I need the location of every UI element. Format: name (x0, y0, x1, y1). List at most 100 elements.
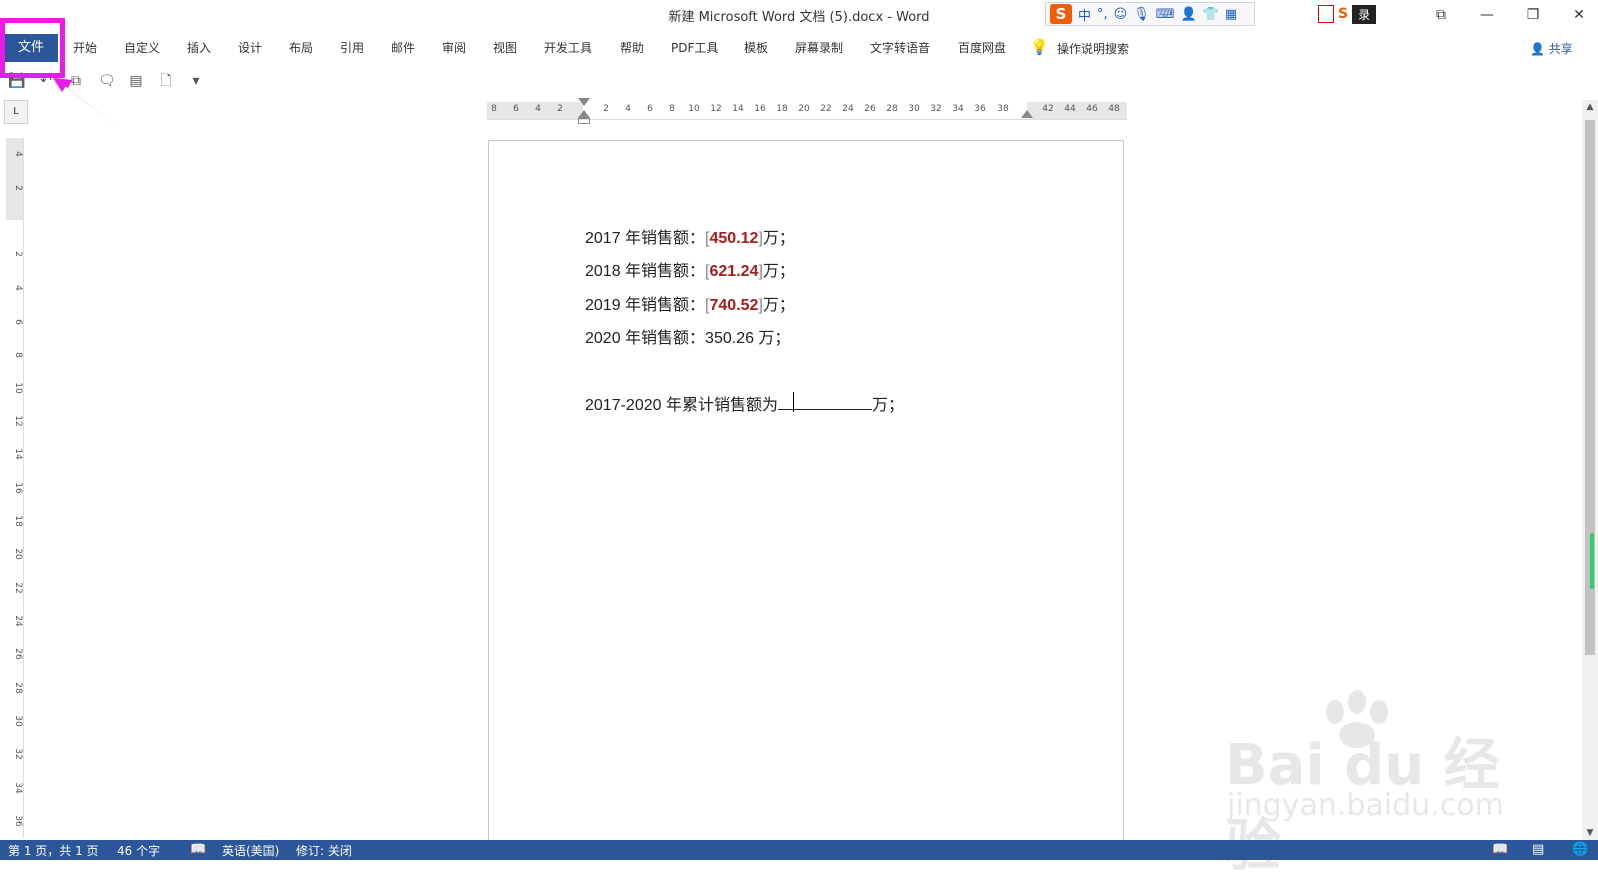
lightbulb-icon[interactable]: 💡 (1030, 38, 1049, 56)
keyboard-icon[interactable]: ⌨ (1156, 7, 1175, 22)
skin-shirt-icon[interactable]: 👕 (1203, 7, 1219, 22)
sogou-ime-icon[interactable]: S (1050, 4, 1072, 24)
web-layout-icon[interactable]: 🌐 (1572, 842, 1588, 857)
ruler-tick-label: 34 (13, 782, 23, 794)
field-value[interactable]: 621.24 (710, 263, 759, 280)
app-badge-icon[interactable] (1318, 5, 1334, 23)
tab-text-to-speech[interactable]: 文字转语音 (870, 39, 930, 56)
ruler-tick-label: 30 (908, 104, 920, 114)
ruler-tick-label: 14 (732, 104, 744, 114)
ruler-tick-label: 20 (798, 104, 810, 114)
ruler-tick-label: 42 (1042, 104, 1054, 114)
ruler-tick-label: 6 (13, 319, 23, 325)
first-line-indent-marker[interactable] (578, 98, 590, 106)
page-count[interactable]: 第 1 页，共 1 页 (8, 842, 99, 859)
ruler-tick-label: 4 (535, 104, 541, 114)
tab-references[interactable]: 引用 (340, 39, 364, 56)
sales-line-2020[interactable]: 2020 年销售额：350.26 万； (585, 324, 790, 348)
ruler-tick-label: 16 (13, 482, 23, 494)
share-button[interactable]: 👤 共享 (1530, 40, 1573, 57)
ruler-tick-label: 8 (669, 104, 675, 114)
tab-view[interactable]: 视图 (493, 39, 517, 56)
print-layout-icon[interactable]: ▤ (1532, 842, 1544, 857)
document-page[interactable] (488, 140, 1124, 840)
right-indent-marker[interactable] (1021, 110, 1033, 118)
line-label: 2018 年销售额： (585, 263, 706, 280)
total-suffix: 万； (871, 397, 904, 414)
tab-insert[interactable]: 插入 (187, 39, 211, 56)
tab-layout[interactable]: 布局 (289, 39, 313, 56)
ruler-tick-label: 2 (13, 251, 23, 257)
ruler-tick-label: 6 (513, 104, 519, 114)
sogou-small-icon[interactable]: S (1338, 6, 1348, 22)
ruler-tick-label: 12 (13, 415, 23, 427)
total-sales-line[interactable]: 2017-2020 年累计销售额为 万； (585, 391, 904, 415)
proofing-icon[interactable]: 📖 (190, 842, 206, 857)
sales-line-2019[interactable]: 2019 年销售额：[740.52]万； (585, 291, 795, 315)
ruler-tick-label: 6 (647, 104, 653, 114)
line-label: 2019 年销售额： (585, 297, 706, 314)
tab-selector[interactable]: L (4, 100, 28, 124)
ruler-tick-label: 2 (603, 104, 609, 114)
close-button[interactable]: ✕ (1556, 0, 1598, 30)
ime-mode-label[interactable]: 中 (1078, 5, 1091, 24)
tab-baidu-netdisk[interactable]: 百度网盘 (958, 39, 1006, 56)
ruler-tick-label: 8 (491, 104, 497, 114)
tab-templates[interactable]: 模板 (744, 39, 768, 56)
read-mode-icon[interactable]: 📖 (1492, 842, 1508, 857)
minimize-button[interactable]: — (1464, 0, 1510, 30)
share-label: 共享 (1548, 42, 1573, 56)
ruler-tick-label: 16 (754, 104, 766, 114)
tab-pdf-tools[interactable]: PDF工具 (671, 39, 718, 56)
ruler-tick-label: 4 (13, 285, 23, 291)
ruler-tick-label: 22 (820, 104, 832, 114)
field-value[interactable]: 450.12 (710, 230, 759, 247)
ruler-tick-label: 26 (864, 104, 876, 114)
sign-in-label[interactable]: 录 (1352, 4, 1377, 24)
ruler-tick-label: 28 (13, 682, 23, 694)
ribbon-display-options-button[interactable]: ⧉ (1418, 0, 1464, 30)
line-suffix: 万； (762, 297, 795, 314)
tab-screen-record[interactable]: 屏幕录制 (795, 39, 843, 56)
ruler-tick-label: 18 (13, 515, 23, 527)
text-cursor (792, 392, 794, 412)
scroll-down-icon[interactable]: ▼ (1582, 826, 1598, 840)
field-value[interactable]: 740.52 (710, 297, 759, 314)
customize-qat-icon[interactable]: ▾ (188, 73, 204, 89)
word-count[interactable]: 46 个字 (117, 842, 160, 859)
tab-mailings[interactable]: 邮件 (391, 39, 415, 56)
language-indicator[interactable]: 英语(美国) (222, 842, 279, 859)
left-indent-marker[interactable] (578, 118, 590, 124)
ruler-tick-label: 44 (1064, 104, 1076, 114)
total-blank[interactable] (777, 392, 872, 412)
microphone-icon[interactable]: 🎙 (1133, 7, 1150, 22)
tell-me-search[interactable]: 操作说明搜索 (1057, 40, 1129, 57)
track-changes-status[interactable]: 修订: 关闭 (296, 842, 352, 859)
ruler-tick-label: 12 (710, 104, 722, 114)
ruler-tick-label: 26 (13, 648, 23, 660)
line-label: 2017 年销售额： (585, 230, 706, 247)
tab-review[interactable]: 审阅 (442, 39, 466, 56)
ime-toolbar[interactable]: S 中 °, ☺ 🎙 ⌨ 👤 👕 ▦ (1045, 2, 1255, 26)
new-doc-icon[interactable]: 🗋 (158, 73, 174, 89)
sales-line-2017[interactable]: 2017 年销售额：[450.12]万； (585, 224, 795, 248)
hanging-indent-marker[interactable] (578, 110, 590, 118)
sales-line-2018[interactable]: 2018 年销售额：[621.24]万； (585, 257, 795, 281)
ruler-tick-label: 30 (13, 715, 23, 727)
tab-help[interactable]: 帮助 (620, 39, 644, 56)
punctuation-icon[interactable]: °, (1097, 7, 1108, 22)
tab-developer[interactable]: 开发工具 (544, 39, 592, 56)
tab-design[interactable]: 设计 (238, 39, 262, 56)
grid-menu-icon[interactable]: ▦ (1225, 7, 1237, 22)
ruler-tick-label: 2 (557, 104, 563, 114)
line-suffix: 万； (762, 263, 795, 280)
ruler-tick-label: 34 (952, 104, 964, 114)
user-icon[interactable]: 👤 (1181, 7, 1197, 22)
line-label: 2020 年销售额： (585, 330, 706, 347)
account-area[interactable]: S 录 (1318, 4, 1406, 24)
ruler-tick-label: 10 (688, 104, 700, 114)
scroll-up-icon[interactable]: ▲ (1582, 100, 1598, 114)
emoji-icon[interactable]: ☺ (1114, 7, 1128, 22)
restore-button[interactable]: ❐ (1510, 0, 1556, 30)
line-value: 350.26 万； (705, 330, 791, 347)
